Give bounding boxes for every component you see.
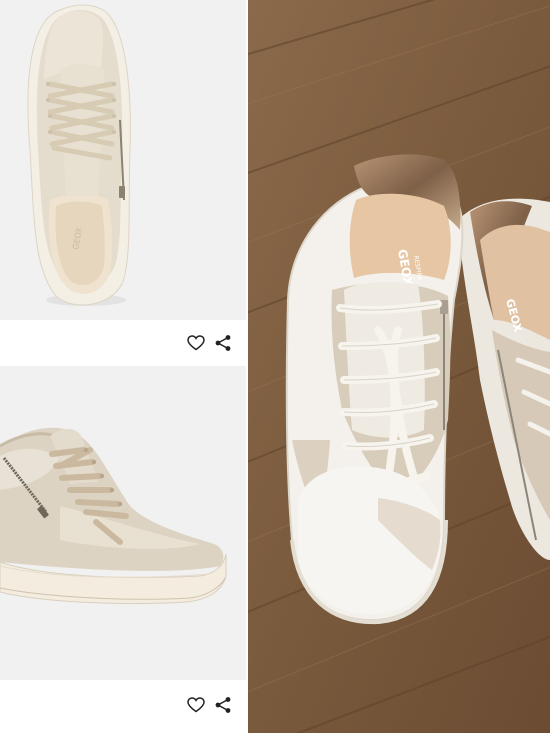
customer-photo[interactable]: GEOX GEOX RESPIRA xyxy=(248,0,550,733)
sneaker-side-view-illustration xyxy=(0,427,227,605)
heart-icon xyxy=(187,697,205,713)
product-image-top-view[interactable]: GEOX xyxy=(0,0,246,320)
share-button[interactable] xyxy=(212,332,234,354)
product-list: GEOX xyxy=(0,0,246,733)
favorite-button[interactable] xyxy=(185,332,207,354)
product-actions-2 xyxy=(0,687,246,733)
share-icon xyxy=(215,335,231,351)
share-button[interactable] xyxy=(212,694,234,716)
share-icon xyxy=(215,697,231,713)
product-actions-1 xyxy=(0,320,246,366)
screenshot-collage: GEOX GEOX GEOX RESPIRA xyxy=(0,0,550,733)
sneaker-top-view-illustration: GEOX xyxy=(27,4,131,306)
product-card-1[interactable]: GEOX xyxy=(0,0,246,366)
heart-icon xyxy=(187,335,205,351)
product-card-2[interactable] xyxy=(0,366,246,733)
sneakers-on-floor-photo: GEOX GEOX RESPIRA xyxy=(248,0,550,733)
favorite-button[interactable] xyxy=(185,694,207,716)
product-image-side-view[interactable] xyxy=(0,366,246,680)
